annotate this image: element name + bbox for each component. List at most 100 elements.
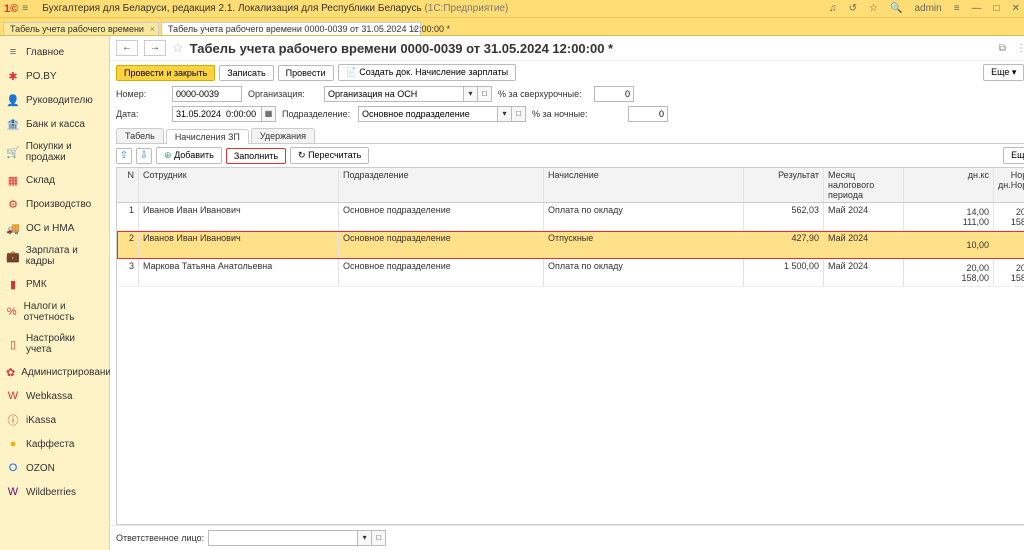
night-label: % за ночные: [532, 109, 622, 119]
sidebar-label: Руководителю [26, 95, 93, 106]
more-button[interactable]: Еще ▾ [983, 64, 1024, 81]
col-days[interactable]: дн.кс [904, 168, 994, 202]
col-n[interactable]: N [117, 168, 139, 202]
table-more-button[interactable]: Еще ▾ [1003, 147, 1024, 164]
close-icon[interactable]: × [412, 24, 417, 34]
col-dept[interactable]: Подразделение [339, 168, 544, 202]
responsible-label: Ответственное лицо: [116, 533, 204, 543]
sidebar-icon: ⚙ [6, 197, 20, 211]
number-field[interactable] [172, 86, 242, 102]
close-icon[interactable]: × [150, 24, 155, 34]
app-mode: (1С:Предприятие) [424, 3, 508, 14]
sidebar-label: PO.BY [26, 71, 57, 82]
dept-label: Подразделение: [282, 109, 352, 119]
sidebar-item[interactable]: WWebkassa [0, 384, 109, 408]
sidebar-icon: 🛒 [6, 145, 20, 159]
col-month[interactable]: Месяц налогового периода [824, 168, 904, 202]
tab-accruals[interactable]: Начисления ЗП [166, 129, 249, 144]
sidebar-icon: W [6, 485, 20, 499]
sidebar-item[interactable]: ▦Склад [0, 168, 109, 192]
open-icon[interactable]: □ [478, 86, 492, 102]
sidebar-label: Покупки и продажи [26, 141, 103, 163]
post-and-close-button[interactable]: Провести и закрыть [116, 65, 215, 81]
tab-deductions[interactable]: Удержания [251, 128, 315, 143]
sidebar-item[interactable]: %Налоги и отчетность [0, 296, 109, 328]
fill-button[interactable]: Заполнить [226, 148, 286, 164]
post-button[interactable]: Провести [278, 65, 334, 81]
move-down-button[interactable]: ⇩ [136, 148, 152, 164]
dropdown-icon[interactable]: ▾ [358, 530, 372, 546]
dropdown-icon[interactable]: ▾ [498, 106, 512, 122]
sidebar-label: OZON [26, 463, 55, 474]
link-icon[interactable]: ⧉ [999, 43, 1006, 54]
sidebar-item[interactable]: ●Каффеста [0, 432, 109, 456]
bell-icon[interactable]: ♫ [829, 3, 837, 14]
sidebar-icon: ● [6, 437, 20, 451]
settings-icon[interactable]: ≡ [954, 3, 960, 14]
sidebar-item[interactable]: ≡Главное [0, 40, 109, 64]
move-up-button[interactable]: ⇧ [116, 148, 132, 164]
sidebar-item[interactable]: ⓘ iKassa [0, 408, 109, 432]
search-icon[interactable]: 🔍 [890, 3, 902, 14]
calendar-icon[interactable]: ▦ [262, 106, 276, 122]
star-icon[interactable]: ☆ [869, 3, 878, 14]
sidebar-item[interactable]: 🏦Банк и касса [0, 112, 109, 136]
date-field[interactable] [172, 106, 262, 122]
sidebar-item[interactable]: 💼Зарплата и кадры [0, 240, 109, 272]
close-icon[interactable]: ✕ [1012, 3, 1020, 14]
history-icon[interactable]: ↺ [849, 3, 857, 14]
dept-field[interactable] [358, 106, 498, 122]
menu-icon[interactable]: ≡ [22, 3, 36, 14]
table-row[interactable]: 1Иванов Иван ИвановичОсновное подразделе… [117, 203, 1024, 231]
org-field[interactable] [324, 86, 464, 102]
sidebar-item[interactable]: 👤Руководителю [0, 88, 109, 112]
sidebar-item[interactable]: ✿Администрирование [0, 360, 109, 384]
sidebar-icon: O [6, 461, 20, 475]
open-tabs: Табель учета рабочего времени× Табель уч… [0, 18, 1024, 36]
sidebar-item[interactable]: 🚚ОС и НМА [0, 216, 109, 240]
overtime-field[interactable] [594, 86, 634, 102]
sidebar-item[interactable]: WWildberries [0, 480, 109, 504]
sidebar-icon: 🚚 [6, 221, 20, 235]
forward-button[interactable]: → [144, 40, 166, 56]
favorite-icon[interactable]: ☆ [172, 40, 184, 56]
sidebar-label: iKassa [26, 415, 56, 426]
tab-list[interactable]: Табель учета рабочего времени× [3, 22, 159, 35]
col-result[interactable]: Результат [744, 168, 824, 202]
sidebar-item[interactable]: ✱PO.BY [0, 64, 109, 88]
add-button[interactable]: ⊕ Добавить [156, 147, 222, 164]
table-row[interactable]: 2Иванов Иван ИвановичОсновное подразделе… [117, 231, 1024, 259]
table-row[interactable]: 3Маркова Татьяна АнатольевнаОсновное под… [117, 259, 1024, 287]
dropdown-icon[interactable]: ▾ [464, 86, 478, 102]
write-button[interactable]: Записать [219, 65, 273, 81]
sidebar-item[interactable]: ▮РМК [0, 272, 109, 296]
kebab-icon[interactable]: ⋮ [1016, 43, 1024, 54]
night-field[interactable] [628, 106, 668, 122]
sidebar-item[interactable]: ▯Настройки учета [0, 328, 109, 360]
sidebar-item[interactable]: 🛒 Покупки и продажи [0, 136, 109, 168]
open-icon[interactable]: □ [372, 530, 386, 546]
sidebar-label: Настройки учета [26, 333, 103, 355]
recalc-button[interactable]: ↻ Пересчитать [290, 147, 369, 164]
sidebar-icon: W [6, 389, 20, 403]
create-doc-button[interactable]: 📄 Создать док. Начисление зарплаты [338, 64, 517, 81]
logo-1c: 1© [4, 3, 18, 15]
doc-header: ← → ☆ Табель учета рабочего времени 0000… [110, 36, 1024, 61]
sidebar-item[interactable]: O OZON [0, 456, 109, 480]
back-button[interactable]: ← [116, 40, 138, 56]
open-icon[interactable]: □ [512, 106, 526, 122]
date-label: Дата: [116, 109, 166, 119]
tab-document[interactable]: Табель учета рабочего времени 0000-0039 … [161, 22, 421, 35]
col-norm[interactable]: Норма дн.Норма кс [994, 168, 1024, 202]
tab-timesheet[interactable]: Табель [116, 128, 164, 143]
col-employee[interactable]: Сотрудник [139, 168, 339, 202]
user-label[interactable]: admin [914, 3, 941, 14]
sidebar-icon: ⓘ [6, 413, 20, 427]
responsible-field[interactable] [208, 530, 358, 546]
col-accrual[interactable]: Начисление [544, 168, 744, 202]
maximize-icon[interactable]: □ [994, 3, 1000, 14]
sidebar-label: Зарплата и кадры [26, 245, 103, 267]
minimize-icon[interactable]: — [972, 3, 982, 14]
number-label: Номер: [116, 89, 166, 99]
sidebar-item[interactable]: ⚙Производство [0, 192, 109, 216]
